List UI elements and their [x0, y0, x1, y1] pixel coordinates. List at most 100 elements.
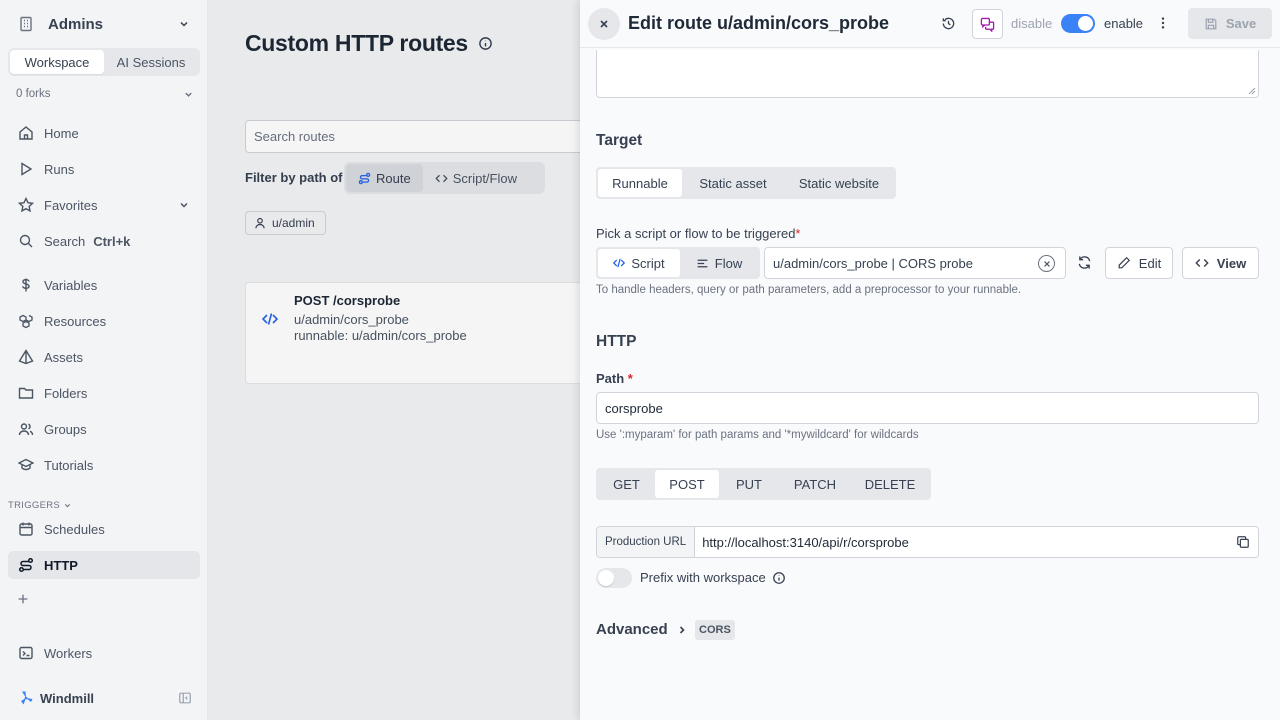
- users-icon: [18, 421, 34, 437]
- pick-runnable-label: Pick a script or flow to be triggered*: [596, 226, 800, 241]
- history-icon[interactable]: [941, 16, 956, 31]
- boxes-icon: [18, 313, 34, 329]
- close-button[interactable]: [588, 8, 620, 40]
- pick-runnable-text: Pick a script or flow to be triggered: [596, 226, 796, 241]
- prefix-workspace-toggle[interactable]: [596, 568, 632, 588]
- clear-icon[interactable]: [1038, 255, 1055, 272]
- path-label: Path *: [596, 371, 633, 386]
- method-patch[interactable]: PATCH: [779, 470, 851, 498]
- sidebar-item-http[interactable]: HTTP: [8, 551, 200, 579]
- folder-icon: [18, 385, 34, 401]
- method-put[interactable]: PUT: [719, 470, 779, 498]
- search-icon: [18, 233, 34, 249]
- sidebar-item-workers[interactable]: Workers: [8, 639, 200, 667]
- view-runnable-button[interactable]: View: [1182, 247, 1259, 279]
- sidebar-item-variables[interactable]: Variables: [8, 271, 200, 299]
- building-icon: [18, 16, 34, 32]
- tab-workspace[interactable]: Workspace: [10, 50, 104, 74]
- play-icon: [18, 161, 34, 177]
- server-icon: [18, 645, 34, 661]
- sidebar-item-home[interactable]: Home: [8, 119, 200, 147]
- sidebar-item-groups[interactable]: Groups: [8, 415, 200, 443]
- runnable-picker[interactable]: u/admin/cors_probe | CORS probe: [764, 247, 1066, 279]
- sidebar-item-tutorials[interactable]: Tutorials: [8, 451, 200, 479]
- enable-label[interactable]: enable: [1104, 16, 1143, 31]
- code-icon: [1195, 256, 1217, 270]
- save-label: Save: [1225, 16, 1257, 31]
- graduation-cap-icon: [18, 457, 34, 473]
- sidebar-item-runs[interactable]: Runs: [8, 155, 200, 183]
- sidebar-item-resources[interactable]: Resources: [8, 307, 200, 335]
- info-icon[interactable]: [766, 571, 786, 585]
- more-options-icon[interactable]: [1156, 16, 1170, 30]
- refresh-icon[interactable]: [1077, 255, 1092, 270]
- dollar-icon: [18, 277, 34, 293]
- workspace-switcher[interactable]: Admins: [8, 12, 200, 36]
- http-method-tabs: GET POST PUT PATCH DELETE: [596, 468, 931, 500]
- forks-selector[interactable]: 0 forks: [16, 86, 194, 102]
- sidebar-item-favorites[interactable]: Favorites: [8, 191, 200, 219]
- triggers-label: TRIGGERS: [8, 500, 61, 511]
- required-marker: *: [627, 371, 633, 386]
- method-get[interactable]: GET: [598, 470, 655, 498]
- target-heading: Target: [596, 132, 643, 149]
- ai-chat-button[interactable]: [972, 9, 1003, 39]
- sidebar-item-assets[interactable]: Assets: [8, 343, 200, 371]
- tab-static-website[interactable]: Static website: [784, 169, 894, 197]
- star-icon: [18, 197, 34, 213]
- preprocessor-hint: To handle headers, query or path paramet…: [596, 284, 1022, 296]
- enable-toggle[interactable]: [1061, 14, 1095, 33]
- sidebar-item-label: Resources: [44, 313, 107, 329]
- prefix-workspace-text: Prefix with workspace: [640, 570, 766, 585]
- target-type-tabs: Runnable Static asset Static website: [596, 167, 896, 199]
- production-url-field: Production URL http://localhost:3140/api…: [596, 526, 1259, 558]
- tab-ai-sessions[interactable]: AI Sessions: [104, 50, 198, 74]
- calendar-icon: [18, 521, 34, 537]
- brand: Windmill: [8, 686, 200, 710]
- prefix-workspace-label: Prefix with workspace: [640, 570, 786, 585]
- view-label: View: [1216, 255, 1247, 271]
- runnable-value: u/admin/cors_probe | CORS probe: [773, 255, 973, 271]
- resize-handle-icon[interactable]: [1248, 87, 1256, 95]
- sidebar-collapse-icon[interactable]: [178, 691, 192, 705]
- sidebar-item-schedules[interactable]: Schedules: [8, 515, 200, 543]
- home-icon: [18, 125, 34, 141]
- path-input[interactable]: corsprobe: [596, 392, 1259, 424]
- production-url-value[interactable]: http://localhost:3140/api/r/corsprobe: [695, 535, 909, 550]
- path-value: corsprobe: [605, 400, 663, 416]
- tab-static-asset[interactable]: Static asset: [682, 169, 784, 197]
- sidebar-item-label: Assets: [44, 349, 84, 365]
- sidebar-item-folders[interactable]: Folders: [8, 379, 200, 407]
- forks-label: 0 forks: [16, 88, 51, 100]
- edit-runnable-button[interactable]: Edit: [1105, 247, 1173, 279]
- sidebar-item-label: Schedules: [44, 521, 105, 537]
- tab-script[interactable]: Script: [598, 249, 680, 277]
- method-delete[interactable]: DELETE: [851, 470, 929, 498]
- tab-flow[interactable]: Flow: [680, 249, 758, 277]
- method-post[interactable]: POST: [655, 470, 719, 498]
- tab-flow-label: Flow: [714, 255, 743, 271]
- ai-chat-icon: [980, 17, 995, 32]
- triggers-section-toggle[interactable]: TRIGGERS: [8, 500, 72, 511]
- chevron-right-icon: [668, 624, 688, 636]
- drawer-title: Edit route u/admin/cors_probe: [628, 13, 890, 33]
- plus-icon[interactable]: [16, 592, 32, 608]
- chevron-down-icon: [60, 501, 72, 510]
- sidebar-item-label: Workers: [44, 645, 93, 661]
- save-button[interactable]: Save: [1188, 8, 1272, 39]
- advanced-section-toggle[interactable]: Advanced: [596, 621, 688, 638]
- toggle-knob: [1078, 16, 1093, 31]
- description-textarea[interactable]: [596, 50, 1259, 98]
- copy-icon[interactable]: [1236, 535, 1250, 549]
- disable-label[interactable]: disable: [1011, 16, 1052, 31]
- sidebar-item-label: Home: [44, 125, 79, 141]
- sidebar-item-label: Tutorials: [44, 457, 94, 473]
- code-icon: [613, 257, 631, 269]
- sidebar-item-label: HTTP: [44, 557, 78, 573]
- tab-runnable[interactable]: Runnable: [598, 169, 682, 197]
- sidebar-mode-tabs: Workspace AI Sessions: [8, 48, 200, 76]
- pencil-icon: [1117, 256, 1139, 270]
- production-url-label: Production URL: [597, 527, 696, 557]
- sidebar-item-search[interactable]: Search Ctrl+k: [8, 227, 200, 255]
- save-icon: [1204, 17, 1226, 31]
